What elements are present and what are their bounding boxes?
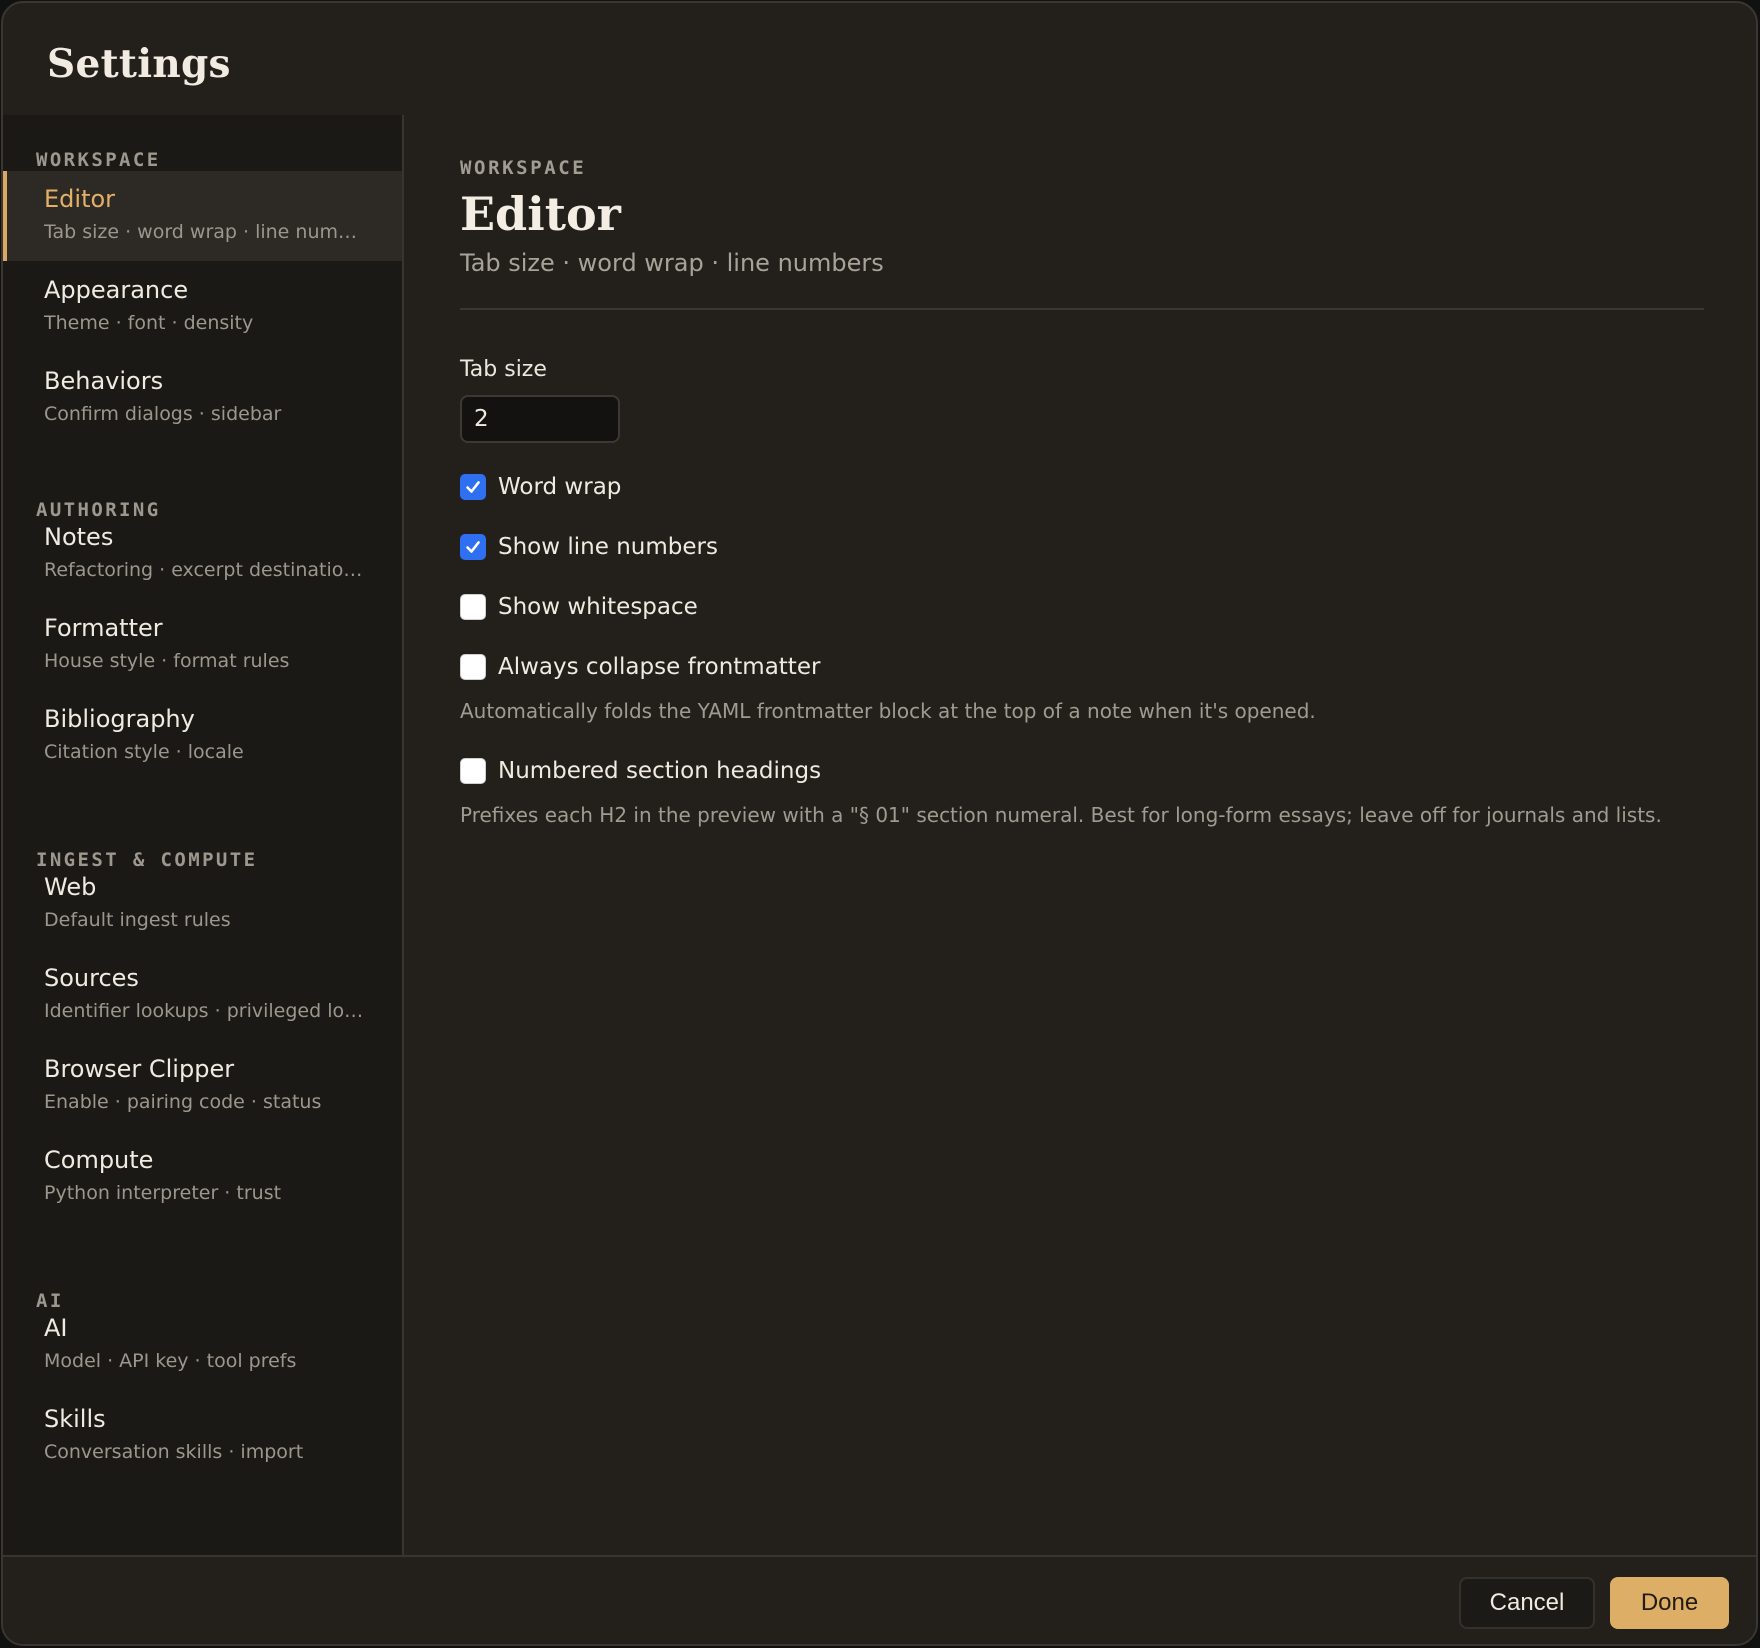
sidebar-item-subtitle: Refactoring · excerpt destinations xyxy=(44,559,364,581)
checkbox-unchecked-icon[interactable] xyxy=(460,654,486,680)
sidebar-item-title: Editor xyxy=(44,185,116,213)
dialog-footer: Cancel Done xyxy=(3,1555,1756,1644)
always-collapse-frontmatter-checkbox[interactable]: Always collapse frontmatter xyxy=(460,652,820,682)
cancel-button[interactable]: Cancel xyxy=(1459,1577,1595,1629)
tab-size-label: Tab size xyxy=(460,357,547,382)
sidebar-item-ai[interactable]: AI Model · API key · tool prefs xyxy=(3,1300,402,1390)
checkbox-label: Show whitespace xyxy=(498,594,698,620)
sidebar-item-subtitle: House style · format rules xyxy=(44,650,290,672)
checkbox-label: Numbered section headings xyxy=(498,758,822,784)
sidebar-item-compute[interactable]: Compute Python interpreter · trust xyxy=(3,1132,402,1222)
checkbox-checked-icon[interactable] xyxy=(460,474,486,500)
sidebar-item-title: Notes xyxy=(44,523,114,551)
sidebar-item-subtitle: Conversation skills · import xyxy=(44,1441,304,1463)
sidebar-item-title: Behaviors xyxy=(44,367,164,395)
show-whitespace-checkbox[interactable]: Show whitespace xyxy=(460,592,698,622)
numbered-headings-help-text: Prefixes each H2 in the preview with a "… xyxy=(460,803,1662,827)
sidebar-item-title: Sources xyxy=(44,964,139,992)
sidebar-item-title: Appearance xyxy=(44,276,189,304)
checkbox-label: Show line numbers xyxy=(498,534,718,560)
sidebar-item-subtitle: Citation style · locale xyxy=(44,741,244,763)
sidebar-item-notes[interactable]: Notes Refactoring · excerpt destinations xyxy=(3,509,402,599)
sidebar-item-subtitle: Default ingest rules xyxy=(44,909,231,931)
section-subtitle: Tab size · word wrap · line numbers xyxy=(460,249,884,277)
word-wrap-checkbox[interactable]: Word wrap xyxy=(460,472,621,502)
dialog-header: Settings xyxy=(3,3,1756,115)
tab-size-input[interactable] xyxy=(460,395,620,443)
sidebar-item-title: Bibliography xyxy=(44,705,195,733)
sidebar-item-subtitle: Confirm dialogs · sidebar xyxy=(44,403,282,425)
sidebar-item-subtitle: Theme · font · density xyxy=(44,312,254,334)
sidebar-item-title: Web xyxy=(44,873,97,901)
show-line-numbers-checkbox[interactable]: Show line numbers xyxy=(460,532,718,562)
section-title: Editor xyxy=(460,187,621,241)
numbered-section-headings-checkbox[interactable]: Numbered section headings xyxy=(460,756,821,786)
sidebar-item-title: Formatter xyxy=(44,614,163,642)
sidebar-item-title: Skills xyxy=(44,1405,106,1433)
sidebar-item-title: Compute xyxy=(44,1146,154,1174)
section-kicker: WORKSPACE xyxy=(460,157,587,179)
sidebar-item-subtitle: Identifier lookups · privileged lookups xyxy=(44,1000,364,1022)
sidebar-item-skills[interactable]: Skills Conversation skills · import xyxy=(3,1391,402,1481)
section-divider xyxy=(460,308,1704,310)
sidebar-item-title: AI xyxy=(44,1314,68,1342)
checkbox-unchecked-icon[interactable] xyxy=(460,758,486,784)
done-button[interactable]: Done xyxy=(1610,1577,1729,1629)
sidebar-item-appearance[interactable]: Appearance Theme · font · density xyxy=(3,262,402,352)
settings-panel: WORKSPACE Editor Tab size · word wrap · … xyxy=(404,115,1756,1555)
sidebar-item-browser-clipper[interactable]: Browser Clipper Enable · pairing code · … xyxy=(3,1041,402,1131)
frontmatter-help-text: Automatically folds the YAML frontmatter… xyxy=(460,699,1316,723)
settings-sidebar: WORKSPACE Editor Tab size · word wrap · … xyxy=(3,115,404,1555)
sidebar-item-behaviors[interactable]: Behaviors Confirm dialogs · sidebar xyxy=(3,353,402,443)
sidebar-group-workspace: WORKSPACE xyxy=(36,149,161,171)
dialog-title: Settings xyxy=(47,41,231,87)
checkbox-label: Word wrap xyxy=(498,474,622,500)
sidebar-item-subtitle: Enable · pairing code · status xyxy=(44,1091,322,1113)
sidebar-item-subtitle: Tab size · word wrap · line numbers xyxy=(44,221,364,243)
sidebar-item-bibliography[interactable]: Bibliography Citation style · locale xyxy=(3,691,402,781)
sidebar-item-subtitle: Python interpreter · trust xyxy=(44,1182,282,1204)
sidebar-item-subtitle: Model · API key · tool prefs xyxy=(44,1350,297,1372)
checkbox-checked-icon[interactable] xyxy=(460,534,486,560)
checkbox-label: Always collapse frontmatter xyxy=(498,654,821,680)
sidebar-item-sources[interactable]: Sources Identifier lookups · privileged … xyxy=(3,950,402,1040)
sidebar-item-web[interactable]: Web Default ingest rules xyxy=(3,859,402,949)
checkbox-unchecked-icon[interactable] xyxy=(460,594,486,620)
sidebar-item-editor[interactable]: Editor Tab size · word wrap · line numbe… xyxy=(3,171,402,261)
sidebar-item-title: Browser Clipper xyxy=(44,1055,235,1083)
settings-dialog: Settings WORKSPACE Editor Tab size · wor… xyxy=(1,1,1758,1646)
sidebar-item-formatter[interactable]: Formatter House style · format rules xyxy=(3,600,402,690)
